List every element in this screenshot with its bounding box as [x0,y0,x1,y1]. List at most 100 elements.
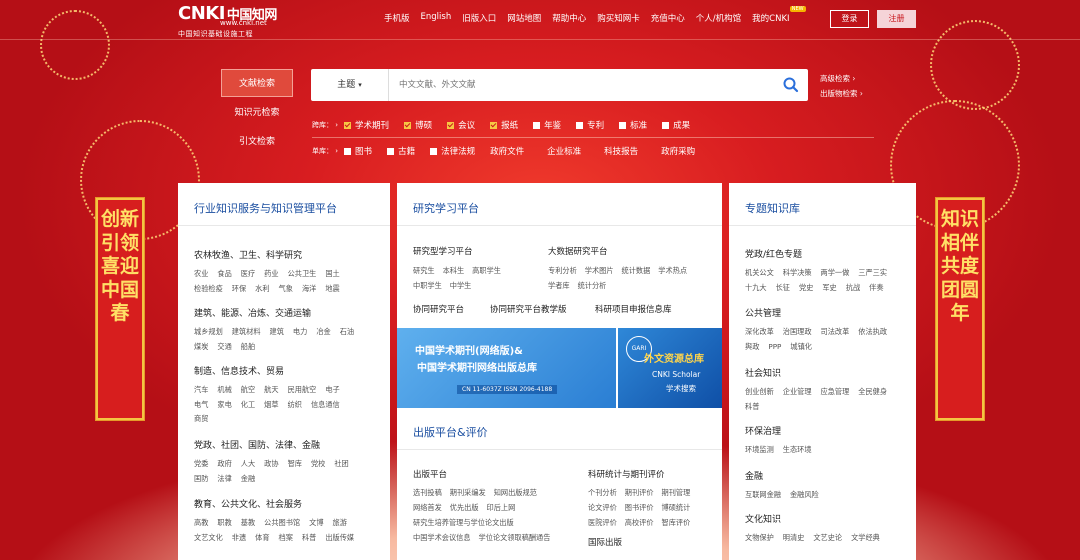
category-link[interactable]: 信息通信 [311,400,340,409]
category-title[interactable]: 金融 [745,469,828,482]
category-link[interactable]: 家电 [217,400,231,409]
category-title[interactable]: 社会知识 [745,366,896,379]
category-link[interactable]: 科普 [745,402,759,411]
sub-link[interactable]: 专利分析 [548,266,577,275]
category-link[interactable]: 互联网金融 [745,490,781,499]
sub-link[interactable]: 个刊分析 [588,488,617,497]
category-link[interactable]: 创业创新 [745,387,774,396]
category-link[interactable]: 航天 [264,385,278,394]
sub-link[interactable]: 选刊投稿 [413,488,442,497]
sub-link[interactable]: 学术热点 [658,266,687,275]
nav-buy-card[interactable]: 购买知网卡 [597,12,640,24]
category-link[interactable]: 深化改革 [745,327,774,336]
checkbox-newspaper[interactable]: 报纸 [490,119,518,131]
sub-link[interactable]: 中国学术会议信息 [413,533,471,542]
category-title[interactable]: 制造、信息技术、贸易 [194,364,349,377]
category-link[interactable]: 电子 [325,385,339,394]
category-link[interactable]: 文物保护 [745,533,774,542]
category-link[interactable]: 文学经典 [851,533,880,542]
category-link[interactable]: 职教 [217,518,231,527]
category-link[interactable]: 文艺文化 [194,533,223,542]
category-link[interactable]: 煤炭 [194,342,208,351]
category-link[interactable]: 冶金 [316,327,330,336]
tab-literature-search[interactable]: 文献检索 [221,69,293,97]
nav-recharge[interactable]: 充值中心 [651,12,685,24]
category-link[interactable]: 公共图书馆 [264,518,300,527]
category-link[interactable]: 党校 [311,459,325,468]
link-gov-procurement[interactable]: 政府采购 [661,145,695,157]
category-link[interactable]: 城镇化 [790,342,812,351]
sub-link[interactable]: 研究生培养管理与学位论文出版 [413,518,514,527]
category-link[interactable]: 纺织 [288,400,302,409]
category-title[interactable]: 农林牧渔、卫生、科学研究 [194,248,349,261]
category-link[interactable]: 体育 [255,533,269,542]
category-link[interactable]: 明清史 [783,533,805,542]
category-link[interactable]: 建筑材料 [232,327,261,336]
nav-help[interactable]: 帮助中心 [552,12,586,24]
category-title[interactable]: 党政/红色专题 [745,247,896,260]
category-link[interactable]: 烟草 [264,400,278,409]
category-link[interactable]: 依法执政 [858,327,887,336]
publication-search-link[interactable]: 出版物检索 › [820,88,863,99]
stats-evaluation-link[interactable]: 科研统计与期刊评价 [588,468,665,480]
sub-link[interactable]: 博硕统计 [662,503,691,512]
sub-link[interactable]: 统计分析 [578,281,607,290]
category-title[interactable]: 党政、社团、国防、法律、金融 [194,438,358,451]
sub-link[interactable]: 学者库 [548,281,570,290]
research-card-title[interactable]: 研究学习平台 [413,200,479,216]
category-link[interactable]: 公共卫生 [288,269,317,278]
foreign-resources-promo[interactable]: GARI 外文资源总库 CNKI Scholar 学术搜索 [618,328,722,408]
checkbox-achievement[interactable]: 成果 [662,119,690,131]
category-link[interactable]: 医疗 [241,269,255,278]
tab-citation-search[interactable]: 引文检索 [221,128,293,156]
category-link[interactable]: 金融 [241,474,255,483]
sub-link[interactable]: 统计数据 [622,266,651,275]
checkbox-books[interactable]: 图书 [344,145,372,157]
category-link[interactable]: 党史 [799,283,813,292]
category-link[interactable]: 交通 [217,342,231,351]
category-link[interactable]: 社团 [334,459,348,468]
sub-link[interactable]: 学位论文领取稿酬通告 [479,533,551,542]
sub-link[interactable]: 论文评价 [588,503,617,512]
category-link[interactable]: 城乡规划 [194,327,223,336]
sub-link[interactable]: 图书评价 [625,503,654,512]
nav-mobile[interactable]: 手机版 [384,12,410,24]
category-link[interactable]: 商贸 [194,414,208,423]
category-link[interactable]: 汽车 [194,385,208,394]
category-link[interactable]: 石油 [340,327,354,336]
industry-card-title[interactable]: 行业知识服务与知识管理平台 [194,200,337,216]
category-link[interactable]: 机关公文 [745,268,774,277]
category-link[interactable]: 高教 [194,518,208,527]
category-link[interactable]: 民用航空 [288,385,317,394]
category-link[interactable]: 长征 [776,283,790,292]
sub-link[interactable]: 中职学生 [413,281,442,290]
category-link[interactable]: 水利 [255,284,269,293]
category-link[interactable]: 科普 [302,533,316,542]
category-link[interactable]: 生态环境 [783,445,812,454]
category-link[interactable]: 化工 [241,400,255,409]
category-title[interactable]: 文化知识 [745,512,889,525]
category-link[interactable]: 企业管理 [783,387,812,396]
big-data-platform-link[interactable]: 大数据研究平台 [548,245,608,257]
link-enterprise-standards[interactable]: 企业标准 [547,145,581,157]
advanced-search-link[interactable]: 高级检索 › [820,73,855,84]
sub-link[interactable]: 优先出版 [450,503,479,512]
search-icon[interactable] [782,76,800,94]
category-link[interactable]: 军史 [822,283,836,292]
category-link[interactable]: 农业 [194,269,208,278]
category-link[interactable]: 航空 [241,385,255,394]
category-link[interactable]: 党委 [194,459,208,468]
category-link[interactable]: 政协 [264,459,278,468]
category-link[interactable]: 智库 [288,459,302,468]
cnki-logo[interactable]: CNKI 中国知网 www.cnki.net 中国知识基础设施工程 [178,5,277,39]
category-link[interactable]: 法律 [217,474,231,483]
login-button[interactable]: 登录 [830,10,869,28]
checkbox-yearbook[interactable]: 年鉴 [533,119,561,131]
category-link[interactable]: 两学一做 [821,268,850,277]
category-link[interactable]: 环保 [232,284,246,293]
category-link[interactable]: 国防 [194,474,208,483]
sub-link[interactable]: 学术图片 [585,266,614,275]
nav-personal[interactable]: 个人/机构馆 [696,12,741,24]
category-link[interactable]: 十九大 [745,283,767,292]
publish-section-title[interactable]: 出版平台&评价 [413,424,488,440]
